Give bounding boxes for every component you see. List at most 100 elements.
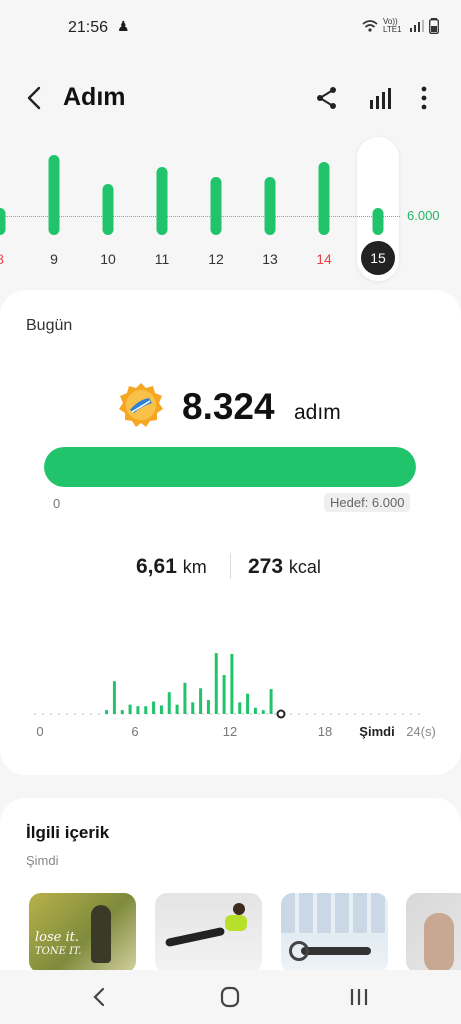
hourly-bar: [238, 702, 242, 714]
hourly-bar: [191, 702, 195, 714]
app-bar: Adım: [0, 78, 461, 118]
goal-progress-bar: [44, 447, 416, 487]
selected-day-label[interactable]: 15: [361, 241, 395, 275]
hourly-bar: [159, 705, 163, 714]
calories-value: 273: [248, 555, 284, 578]
status-icons: Vo)) LTE1: [362, 18, 439, 34]
related-content-card: İlgili içerik Şimdi lose it. TONE IT.: [0, 798, 461, 998]
related-thumb-1[interactable]: lose it. TONE IT.: [29, 893, 136, 973]
goal-progress-fill: [44, 447, 416, 487]
exercise-head: [233, 903, 245, 915]
hourly-chart: 0 6 12 18 Şimdi 24(s): [0, 620, 461, 780]
hourly-bar: [152, 701, 156, 714]
achievement-medal-icon: [119, 383, 163, 427]
thumb-caption-line2: TONE IT.: [35, 946, 82, 957]
hourly-bar: [112, 681, 116, 714]
today-steps: 8.324: [182, 386, 275, 427]
distance-value: 6,61: [136, 555, 177, 578]
ab-wheel: [289, 941, 309, 961]
hourly-x-label: 12: [223, 724, 237, 739]
stats-divider: [230, 553, 231, 579]
hourly-bar: [261, 710, 265, 714]
hourly-bar: [120, 710, 124, 714]
today-heading: Bugün: [26, 317, 73, 334]
day-11[interactable]: 11: [137, 135, 187, 285]
person-figure: [424, 913, 454, 973]
nav-recents-icon[interactable]: [345, 985, 373, 1009]
nav-back-icon[interactable]: [86, 985, 114, 1009]
notification-icon: ♟: [117, 18, 130, 34]
related-thumb-3[interactable]: [281, 893, 388, 973]
day-bar: [48, 155, 60, 235]
exercise-figure-2: [301, 947, 371, 955]
goal-badge: Hedef: 6.000: [324, 493, 411, 512]
calories-unit: kcal: [288, 557, 321, 577]
distance-stat: 6,61 km: [136, 555, 207, 579]
related-thumb-2[interactable]: [155, 893, 262, 973]
hourly-bar: [136, 706, 140, 714]
day-label: 11: [154, 251, 170, 267]
day-bar: [372, 207, 384, 235]
day-bar: [210, 177, 222, 235]
day-9[interactable]: 9: [29, 135, 79, 285]
battery-icon: [429, 18, 439, 34]
day-bar: [102, 183, 114, 235]
chart-icon[interactable]: [366, 84, 394, 112]
more-options-icon[interactable]: [410, 84, 438, 112]
hourly-chart-svg: 0 6 12 18 Şimdi 24(s): [34, 653, 436, 739]
back-icon[interactable]: [22, 84, 50, 112]
hourly-now-label: Şimdi: [359, 724, 394, 739]
hourly-bar: [183, 682, 187, 714]
day-label: 8: [0, 251, 25, 267]
day-bar: [156, 166, 168, 235]
day-label: 10: [100, 251, 116, 267]
exercise-top: [225, 915, 247, 931]
runner-figure: [91, 905, 111, 963]
hourly-bar: [167, 692, 171, 714]
hourly-bar: [253, 707, 257, 714]
page-title: Adım: [63, 83, 126, 111]
status-time: 21:56: [68, 19, 109, 36]
related-heading: İlgili içerik: [26, 823, 110, 842]
hourly-x-label: 0: [36, 724, 43, 739]
hourly-bar: [269, 689, 273, 714]
day-10[interactable]: 10: [83, 135, 133, 285]
progress-start-label: 0: [53, 496, 61, 511]
day-bar: [318, 161, 330, 235]
distance-unit: km: [182, 557, 207, 577]
hourly-x-label: 18: [318, 724, 332, 739]
day-12[interactable]: 12: [191, 135, 241, 285]
day-bar: [0, 207, 6, 235]
hourly-bar: [105, 710, 109, 714]
hourly-bar: [230, 653, 234, 714]
steps-unit: adım: [294, 401, 341, 424]
hourly-bar: [144, 706, 148, 714]
hourly-bar: [222, 675, 226, 714]
day-label: 12: [208, 251, 224, 267]
hourly-bar: [199, 688, 203, 714]
hourly-bar: [175, 704, 179, 714]
hourly-bar: [128, 704, 132, 714]
thumb-caption-line1: lose it.: [35, 930, 79, 945]
related-thumb-4[interactable]: [406, 893, 461, 973]
system-nav-bar: [0, 970, 461, 1024]
share-icon[interactable]: [313, 84, 341, 112]
hourly-x-label: 6: [131, 724, 138, 739]
hourly-bar: [214, 653, 218, 714]
now-marker: [276, 709, 286, 719]
nav-home-icon[interactable]: [216, 985, 244, 1009]
hourly-bar: [206, 699, 210, 714]
day-label: 14: [316, 251, 332, 267]
day-13[interactable]: 13: [245, 135, 295, 285]
day-bar: [264, 177, 276, 235]
today-card: Bugün 8.324 adım 0 Hedef: 6.000 6,61 km …: [0, 290, 461, 775]
status-bar: 21:56 ♟ Vo)) LTE1: [0, 0, 461, 56]
related-subheading: Şimdi: [26, 853, 59, 868]
wifi-icon: [362, 20, 378, 32]
day-8[interactable]: 8: [0, 135, 25, 285]
day-label: 13: [262, 251, 278, 267]
network-label: Vo)) LTE1: [383, 17, 402, 34]
calories-stat: 273 kcal: [248, 555, 321, 579]
day-14[interactable]: 14: [299, 135, 349, 285]
signal-icon: [410, 20, 424, 32]
